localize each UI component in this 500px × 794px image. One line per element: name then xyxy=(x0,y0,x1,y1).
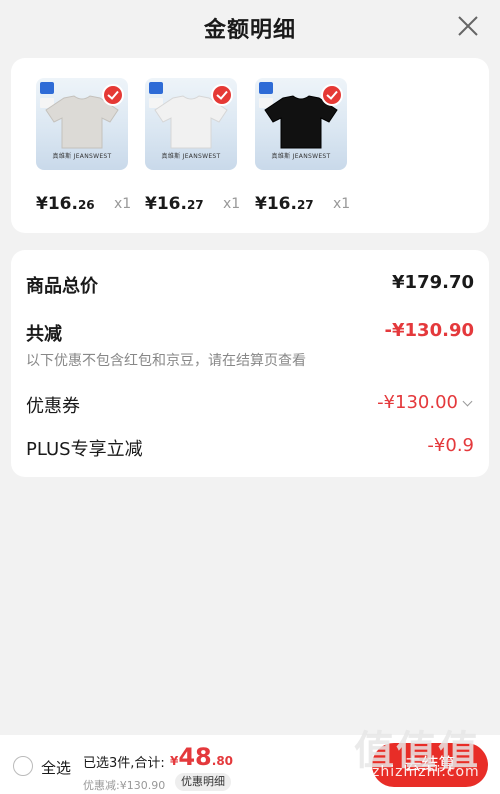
brand-badge-icon xyxy=(40,82,54,94)
price-summary-card: 商品总价 ¥179.70 共减 -¥130.90 以下优惠不包含红包和京豆，请在… xyxy=(11,250,489,477)
product-thumbnail[interactable]: 真维斯 JEANSWEST xyxy=(255,78,347,170)
select-all-radio[interactable] xyxy=(13,756,33,776)
coupon-value[interactable]: -¥130.00 xyxy=(377,392,473,413)
discount-detail-button[interactable]: 优惠明细 xyxy=(175,773,231,791)
total-price-label: 商品总价 xyxy=(26,276,98,297)
discount-note: 以下优惠不包含红包和京豆，请在结算页查看 xyxy=(26,353,306,369)
watermark-url: zhizhizhi.com xyxy=(372,764,480,780)
plus-discount-label: PLUS专享立减 xyxy=(26,439,143,460)
brand-badge-icon xyxy=(149,82,163,94)
plus-discount-value: -¥0.9 xyxy=(427,435,474,456)
selected-check-icon[interactable] xyxy=(102,84,124,106)
product-price: ¥16.26 xyxy=(36,194,95,214)
discount-amount-text: 优惠减:¥130.90 xyxy=(83,779,166,792)
product-thumbnail[interactable]: 真维斯 JEANSWEST xyxy=(145,78,237,170)
close-icon[interactable] xyxy=(456,14,480,38)
product-list-card: 真维斯 JEANSWEST ¥16.26 x1 真维斯 JEANSWEST ¥1… xyxy=(11,58,489,233)
chevron-down-icon xyxy=(462,396,473,407)
brand-text: 真维斯 JEANSWEST xyxy=(161,153,221,160)
product-thumbnail[interactable]: 真维斯 JEANSWEST xyxy=(36,78,128,170)
product-quantity: x1 xyxy=(223,196,241,212)
page-title: 金额明细 xyxy=(203,18,296,43)
coupon-label: 优惠券 xyxy=(26,396,80,417)
brand-badge-icon xyxy=(259,82,273,94)
product-quantity: x1 xyxy=(333,196,351,212)
product-quantity: x1 xyxy=(114,196,132,212)
select-all-label[interactable]: 全选 xyxy=(41,757,71,778)
total-amount: ¥48.80 xyxy=(170,743,234,771)
product-price: ¥16.27 xyxy=(255,194,314,214)
brand-text: 真维斯 JEANSWEST xyxy=(52,153,112,160)
selected-count-text: 已选3件,合计: xyxy=(83,756,165,771)
selected-check-icon[interactable] xyxy=(211,84,233,106)
total-reduction-value: -¥130.90 xyxy=(384,320,474,341)
brand-text: 真维斯 JEANSWEST xyxy=(271,153,331,160)
total-reduction-label: 共减 xyxy=(26,324,62,345)
product-price: ¥16.27 xyxy=(145,194,204,214)
selected-check-icon[interactable] xyxy=(321,84,343,106)
header: 金额明细 xyxy=(0,0,500,56)
total-price-value: ¥179.70 xyxy=(392,272,474,293)
